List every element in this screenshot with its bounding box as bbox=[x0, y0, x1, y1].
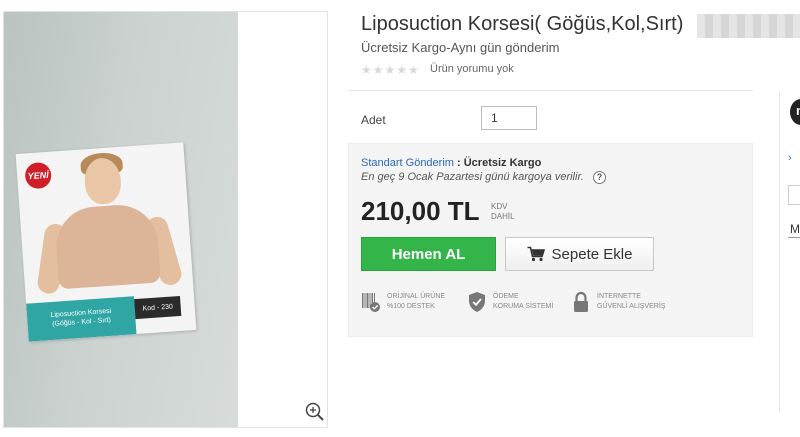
quantity-label: Adet bbox=[361, 113, 386, 127]
redacted-text bbox=[697, 14, 800, 38]
tax-note-line2: DAHİL bbox=[491, 212, 515, 221]
shipping-line: Standart Gönderim : Ücretsiz Kargo bbox=[361, 157, 541, 169]
trust-badge-original-line2: %100 DESTEK bbox=[387, 303, 435, 310]
chevron-right-icon[interactable]: › bbox=[788, 152, 792, 164]
trust-badge-original-line1: ORİJİNAL ÜRÜNE bbox=[387, 293, 446, 300]
side-panel-box[interactable] bbox=[788, 185, 800, 205]
rating-stars[interactable]: ★★★★★ bbox=[361, 63, 420, 77]
side-panel-tab-underline bbox=[788, 237, 800, 238]
shipping-cost: Ücretsiz Kargo bbox=[463, 157, 542, 169]
tax-note: KDV DAHİL bbox=[491, 202, 515, 222]
buy-now-button[interactable]: Hemen AL bbox=[361, 237, 496, 271]
trust-badge-original-text: ORİJİNAL ÜRÜNE %100 DESTEK bbox=[387, 292, 445, 312]
product-flyer: YENİ Liposuction Korsesi (Göğüs - Kol - … bbox=[15, 142, 197, 342]
trust-badge-payment-line2: KORUMA SİSTEMİ bbox=[493, 303, 554, 310]
add-to-cart-label: Sepete Ekle bbox=[551, 245, 633, 263]
buy-box: Standart Gönderim : Ücretsiz Kargo En ge… bbox=[348, 143, 753, 337]
lock-icon bbox=[574, 291, 588, 312]
zoom-in-icon[interactable] bbox=[304, 401, 326, 423]
quantity-input[interactable] bbox=[481, 106, 537, 130]
trust-badge-secure-line1: İNTERNETTE bbox=[597, 293, 641, 300]
price: 210,00 TL bbox=[361, 196, 480, 226]
product-subtitle: Ücretsiz Kargo-Aynı gün gönderim bbox=[361, 40, 560, 55]
model-corset bbox=[53, 202, 161, 290]
add-to-cart-button[interactable]: Sepete Ekle bbox=[505, 237, 654, 271]
new-badge: YENİ bbox=[24, 161, 53, 190]
flyer-code: Kod - 230 bbox=[134, 295, 182, 320]
trust-badge-secure-line2: GÜVENLİ ALIŞVERİŞ bbox=[597, 303, 666, 310]
trust-badge-secure-text: İNTERNETTE GÜVENLİ ALIŞVERİŞ bbox=[597, 292, 665, 312]
trust-badge-payment: ÖDEME KORUMA SİSTEMİ bbox=[467, 291, 553, 313]
trust-badge-payment-line1: ÖDEME bbox=[493, 293, 519, 300]
shipping-separator: : bbox=[457, 157, 461, 169]
seller-logo[interactable]: n bbox=[790, 99, 800, 125]
shield-check-icon bbox=[469, 292, 485, 312]
side-panel: n › M bbox=[779, 91, 800, 411]
shipping-method-link[interactable]: Standart Gönderim bbox=[361, 157, 454, 169]
product-title: Liposuction Korsesi( Göğüs,Kol,Sırt) bbox=[361, 13, 684, 35]
trust-badge-payment-text: ÖDEME KORUMA SİSTEMİ bbox=[493, 292, 553, 312]
review-count-link[interactable]: Ürün yorumu yok bbox=[430, 63, 514, 75]
shopping-cart-icon bbox=[527, 246, 545, 262]
trust-badge-secure: İNTERNETTE GÜVENLİ ALIŞVERİŞ bbox=[571, 291, 665, 313]
divider bbox=[348, 90, 753, 91]
tax-note-line1: KDV bbox=[491, 202, 508, 211]
product-image-gallery[interactable]: YENİ Liposuction Korsesi (Göğüs - Kol - … bbox=[3, 11, 328, 428]
trust-badge-original: ORİJİNAL ÜRÜNE %100 DESTEK bbox=[361, 291, 445, 313]
barcode-check-icon bbox=[362, 293, 380, 312]
delivery-note: En geç 9 Ocak Pazartesi günü kargoya ver… bbox=[361, 171, 584, 183]
side-panel-tab[interactable]: M bbox=[790, 222, 800, 236]
flyer-caption: Liposuction Korsesi (Göğüs - Kol - Sırt) bbox=[26, 296, 137, 342]
help-icon[interactable]: ? bbox=[593, 171, 606, 184]
product-photo[interactable]: YENİ Liposuction Korsesi (Göğüs - Kol - … bbox=[4, 12, 238, 427]
